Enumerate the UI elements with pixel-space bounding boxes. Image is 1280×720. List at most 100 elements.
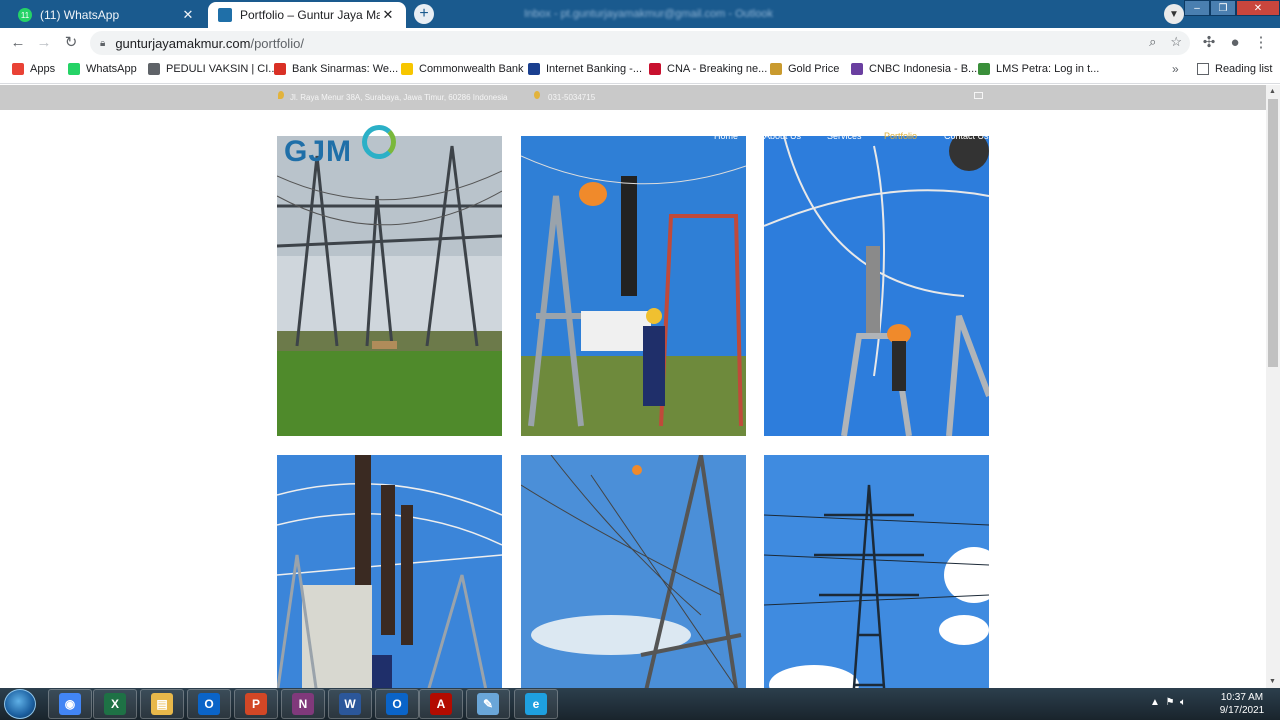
nav-portfolio[interactable]: Portfolio: [884, 131, 917, 141]
system-tray[interactable]: ▲ ⚑ 🔈︎: [1150, 697, 1186, 708]
whatsapp-icon: 11: [18, 8, 32, 22]
url-host: gunturjayamakmur.com: [115, 35, 251, 51]
bookmark-favicon-icon: [851, 63, 863, 75]
page-scrollbar[interactable]: ▲ ▼: [1266, 85, 1280, 688]
tab-title: (11) WhatsApp: [40, 8, 120, 22]
logo-ring-icon: [362, 125, 396, 159]
scroll-down-icon[interactable]: ▼: [1269, 678, 1276, 685]
bookmark-favicon-icon: [148, 63, 160, 75]
back-icon[interactable]: ←: [9, 34, 27, 52]
extensions-icon[interactable]: ✣: [1200, 34, 1218, 52]
bookmark-favicon-icon: [528, 63, 540, 75]
outlook-icon: O: [198, 693, 220, 715]
forward-icon[interactable]: →: [35, 34, 53, 52]
tab-portfolio[interactable]: Portfolio – Guntur Jaya Makmur ✕: [208, 2, 406, 28]
bookmark-favicon-icon: [12, 63, 24, 75]
reload-icon[interactable]: ↻: [62, 34, 80, 52]
bookmark-label: CNBC Indonesia - B...: [869, 63, 978, 75]
bookmark-gold-price[interactable]: Gold Price: [770, 63, 839, 75]
bookmark-commonwealth-bank[interactable]: Commonwealth Bank: [401, 63, 524, 75]
scrollbar-thumb[interactable]: [1268, 99, 1278, 367]
tab-whatsapp[interactable]: 11 (11) WhatsApp ✕: [8, 2, 206, 28]
windows-taskbar: ▲ ⚑ 🔈︎ 10:37 AM 9/17/2021 ◉ X ▤ O P N W O A ✎ e: [0, 688, 1280, 720]
bookmark-label: WhatsApp: [86, 63, 137, 75]
close-window-button[interactable]: ✕: [1236, 0, 1280, 16]
taskbar-onenote-button[interactable]: N: [281, 689, 325, 719]
bookmark-bank-sinarmas-we[interactable]: Bank Sinarmas: We...: [274, 63, 398, 75]
taskbar-clock[interactable]: 10:37 AM 9/17/2021: [1208, 691, 1276, 717]
portfolio-photo-gantry-work[interactable]: [521, 455, 746, 688]
zoom-icon[interactable]: ⌕: [1149, 34, 1156, 50]
bookmark-label: PEDULI VAKSIN | CI...: [166, 63, 278, 75]
web-page: Jl. Raya Menur 38A, Surabaya, Jawa Timur…: [0, 85, 1266, 688]
maximize-button[interactable]: ❐: [1210, 0, 1236, 16]
taskbar-explorer-button[interactable]: ▤: [140, 689, 184, 719]
taskbar-acrobat-button[interactable]: A: [419, 689, 463, 719]
start-button-icon[interactable]: [4, 689, 36, 719]
scroll-up-icon[interactable]: ▲: [1269, 88, 1276, 95]
taskbar-internet-explorer-button[interactable]: e: [514, 689, 558, 719]
bookmark-internet-banking[interactable]: Internet Banking -...: [528, 63, 642, 75]
bookmark-label: Gold Price: [788, 63, 840, 75]
account-avatar-icon[interactable]: ●: [1226, 34, 1244, 52]
nav-services[interactable]: Services: [827, 131, 862, 141]
acrobat-icon: A: [430, 693, 452, 715]
url-path: /portfolio/: [250, 35, 304, 51]
portfolio-photo-insulator-maintenance[interactable]: [764, 136, 989, 436]
nav-home[interactable]: Home: [714, 131, 738, 141]
taskbar-word-button[interactable]: W: [328, 689, 372, 719]
portfolio-photo-transmission-tower[interactable]: [764, 455, 989, 688]
clock-date: 9/17/2021: [1219, 705, 1265, 716]
close-tab-icon[interactable]: ✕: [380, 7, 396, 23]
bookmarks-overflow-button[interactable]: »: [1172, 62, 1179, 76]
bookmark-cnbc-indonesia-b[interactable]: CNBC Indonesia - B...: [851, 63, 977, 75]
menu-icon[interactable]: ⋮: [1252, 34, 1270, 52]
taskbar-chrome-button[interactable]: ◉: [48, 689, 92, 719]
taskbar-powerpoint-button[interactable]: P: [234, 689, 278, 719]
taskbar-outlook-2-button[interactable]: O: [375, 689, 419, 719]
bookmark-label: Commonwealth Bank: [419, 63, 524, 75]
nav-about-us[interactable]: About Us: [764, 131, 801, 141]
portfolio-photo-breaker-bay[interactable]: [277, 455, 502, 688]
lock-icon: 🔒︎: [100, 37, 106, 49]
powerpoint-icon: P: [245, 693, 267, 715]
close-tab-icon[interactable]: ✕: [180, 7, 196, 23]
taskbar-outlook-button[interactable]: O: [187, 689, 231, 719]
portfolio-photo-arrester-installation[interactable]: [521, 136, 746, 436]
bookmark-lms-petra-log-in-t[interactable]: LMS Petra: Log in t...: [978, 63, 1099, 75]
outlook-2-icon: O: [386, 693, 408, 715]
browser-toolbar: ← → ↻ 🔒︎ gunturjayamakmur.com/portfolio/…: [0, 28, 1280, 58]
bookmark-favicon-icon: [274, 63, 286, 75]
bookmark-label: LMS Petra: Log in t...: [996, 63, 1100, 75]
site-favicon-icon: [218, 8, 232, 22]
company-phone[interactable]: 031-5034715: [548, 93, 595, 102]
site-logo[interactable]: GJM: [284, 125, 404, 175]
bookmark-whatsapp[interactable]: WhatsApp: [68, 63, 137, 75]
bookmark-peduli-vaksin-ci[interactable]: PEDULI VAKSIN | CI...: [148, 63, 277, 75]
taskbar-excel-button[interactable]: X: [93, 689, 137, 719]
chrome-icon: ◉: [59, 693, 81, 715]
address-bar[interactable]: 🔒︎ gunturjayamakmur.com/portfolio/ ⌕ ☆: [90, 31, 1190, 55]
reading-list-label: Reading list: [1215, 63, 1273, 75]
contact-top-bar: Jl. Raya Menur 38A, Surabaya, Jawa Timur…: [0, 85, 1266, 110]
minimize-button[interactable]: –: [1184, 0, 1210, 16]
profile-icon[interactable]: ▼: [1164, 4, 1184, 24]
mail-icon[interactable]: [974, 92, 983, 99]
bookmark-label: Apps: [30, 63, 56, 75]
bookmark-favicon-icon: [978, 63, 990, 75]
bookmark-cna-breaking-ne[interactable]: CNA - Breaking ne...: [649, 63, 767, 75]
word-icon: W: [339, 693, 361, 715]
portfolio-photo-substation-yard[interactable]: [277, 136, 502, 436]
bookmark-apps[interactable]: Apps: [12, 63, 55, 75]
onenote-icon: N: [292, 693, 314, 715]
background-window-title: Inbox - pt.gunturjayamakmur@gmail.com - …: [524, 8, 773, 20]
new-tab-button[interactable]: +: [414, 4, 434, 24]
reading-list-button[interactable]: Reading list: [1197, 63, 1272, 75]
bookmark-favicon-icon: [401, 63, 413, 75]
taskbar-paint-button[interactable]: ✎: [466, 689, 510, 719]
reading-list-icon: [1197, 63, 1209, 75]
nav-contact-us[interactable]: Contact Us: [944, 131, 989, 141]
bookmarks-bar: » Reading list Apps WhatsApp PEDULI VAKSIN…: [0, 58, 1280, 84]
bookmark-star-icon[interactable]: ☆: [1170, 34, 1182, 50]
bookmark-favicon-icon: [649, 63, 661, 75]
